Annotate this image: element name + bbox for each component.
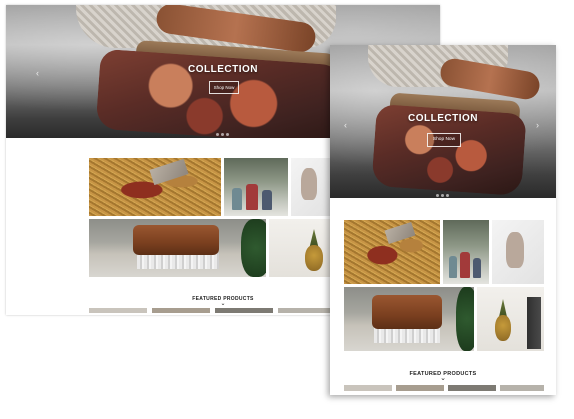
chevron-left-icon[interactable]: ‹ [344, 121, 347, 130]
featured-products-strip [344, 385, 544, 391]
product-tile-bottles[interactable] [224, 158, 288, 216]
product-tile-leather-bag[interactable] [344, 287, 474, 351]
chevron-right-icon[interactable]: › [536, 121, 539, 130]
chevron-down-icon: ⌄ [440, 375, 446, 382]
tablet-preview: COLLECTION Shop Now ‹ › FEATURED PRODUCT… [330, 45, 556, 395]
hero-title: COLLECTION [408, 113, 478, 124]
product-tile-straw[interactable] [89, 158, 221, 216]
shop-now-button[interactable]: Shop Now [209, 81, 239, 94]
hero-banner: COLLECTION Shop Now ‹ › [330, 45, 556, 198]
product-tile-pineapple[interactable] [477, 287, 544, 351]
product-tile-leather-bag[interactable] [89, 219, 266, 277]
product-tile-accessory[interactable] [492, 220, 544, 284]
shop-now-button[interactable]: Shop Now [427, 133, 461, 147]
carousel-dots[interactable] [216, 133, 229, 136]
product-tile-bottles[interactable] [443, 220, 489, 284]
product-tile-accessory[interactable] [291, 158, 331, 216]
chevron-left-icon[interactable]: ‹ [36, 69, 39, 78]
product-tile-pineapple[interactable] [269, 219, 331, 277]
chevron-down-icon: ⌄ [220, 301, 226, 307]
carousel-dots[interactable] [436, 194, 449, 197]
product-tile-straw[interactable] [344, 220, 440, 284]
featured-products-strip [89, 308, 331, 313]
